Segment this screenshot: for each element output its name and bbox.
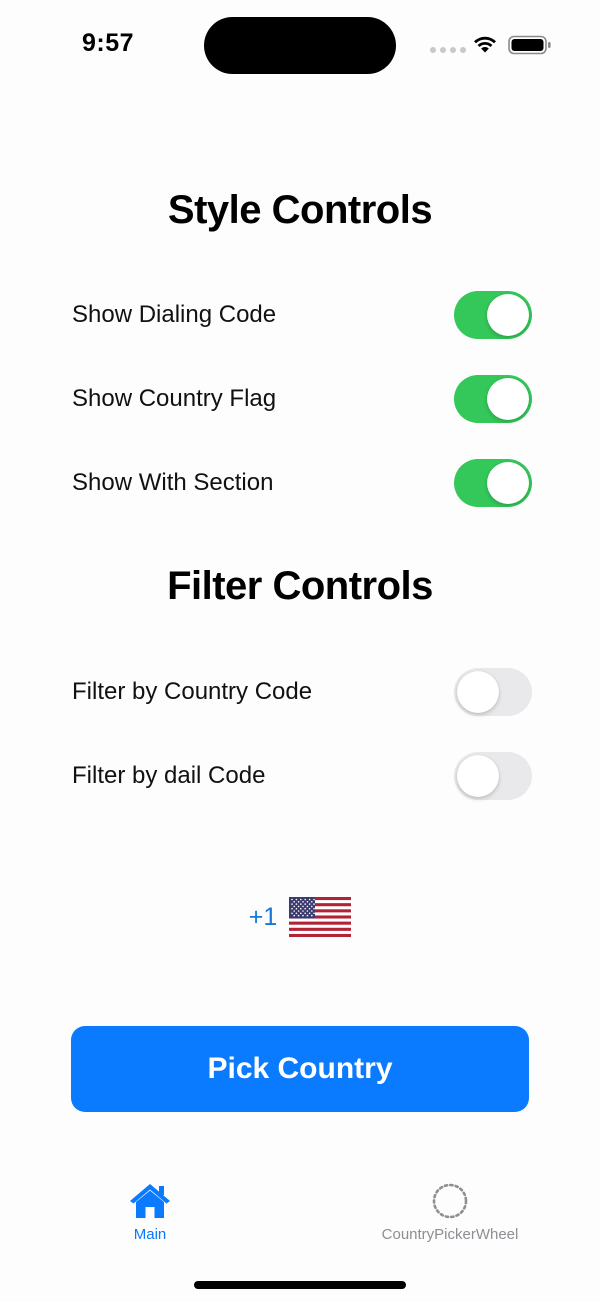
show-with-section-toggle[interactable] bbox=[454, 459, 532, 507]
filter-country-code-label: Filter by Country Code bbox=[72, 678, 313, 705]
tab-country-picker-wheel[interactable]: CountryPickerWheel bbox=[320, 1182, 580, 1243]
show-country-flag-label: Show Country Flag bbox=[72, 385, 277, 412]
pick-country-button[interactable]: Pick Country bbox=[71, 1026, 529, 1112]
status-time: 9:57 bbox=[82, 29, 135, 57]
toggle-knob bbox=[487, 378, 529, 420]
toggle-knob bbox=[487, 294, 529, 336]
toggle-knob bbox=[487, 462, 529, 504]
filter-controls-title: Filter Controls bbox=[167, 564, 433, 608]
us-flag-icon bbox=[289, 897, 352, 937]
tab-bar: Main CountryPickerWheel bbox=[0, 1170, 600, 1260]
toggle-knob bbox=[457, 755, 499, 797]
show-dialing-code-toggle[interactable] bbox=[454, 291, 532, 339]
battery-icon bbox=[508, 35, 551, 55]
show-dialing-code-row: Show Dialing Code bbox=[72, 291, 532, 339]
cellular-signal-icon bbox=[430, 47, 466, 53]
home-indicator bbox=[194, 1281, 406, 1289]
show-country-flag-row: Show Country Flag bbox=[72, 375, 532, 423]
dotted-circle-icon bbox=[432, 1183, 468, 1219]
show-country-flag-toggle[interactable] bbox=[454, 375, 532, 423]
filter-dial-code-row: Filter by dail Code bbox=[72, 752, 532, 800]
show-with-section-row: Show With Section bbox=[72, 459, 532, 507]
show-dialing-code-label: Show Dialing Code bbox=[72, 301, 277, 328]
dial-code-text: +1 bbox=[248, 902, 278, 931]
filter-dial-code-toggle[interactable] bbox=[454, 752, 532, 800]
style-controls-title: Style Controls bbox=[167, 188, 433, 232]
wifi-icon bbox=[474, 36, 496, 53]
toggle-knob bbox=[457, 671, 499, 713]
selected-country: +1 bbox=[0, 897, 600, 937]
filter-country-code-row: Filter by Country Code bbox=[72, 668, 532, 716]
show-with-section-label: Show With Section bbox=[72, 469, 274, 496]
status-bar: 9:57 bbox=[0, 0, 600, 90]
filter-country-code-toggle[interactable] bbox=[454, 668, 532, 716]
tab-country-picker-wheel-label: CountryPickerWheel bbox=[381, 1226, 519, 1243]
house-icon bbox=[130, 1184, 170, 1218]
dynamic-island bbox=[204, 17, 396, 74]
filter-dial-code-label: Filter by dail Code bbox=[72, 762, 266, 789]
tab-main-label: Main bbox=[133, 1226, 167, 1243]
tab-main[interactable]: Main bbox=[20, 1182, 280, 1243]
